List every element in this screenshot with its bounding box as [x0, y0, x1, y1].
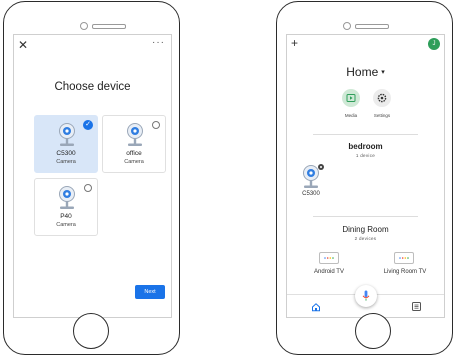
tv-icon[interactable]: [319, 252, 339, 264]
gear-icon: [373, 89, 391, 107]
speaker-grille: [92, 24, 126, 29]
right-phone-frame: + J Home ▾ Media Settings bedroom 1 devi…: [276, 1, 453, 355]
settings-action[interactable]: Settings: [367, 89, 397, 118]
radio-button[interactable]: [152, 121, 160, 129]
home-selector[interactable]: Home ▾: [287, 65, 444, 79]
device-type: Camera: [124, 159, 144, 165]
camera-icon: [59, 186, 75, 209]
tv-icon[interactable]: [394, 252, 414, 264]
speaker-grille: [355, 24, 389, 29]
avatar[interactable]: J: [428, 38, 440, 50]
device-card-office[interactable]: office Camera: [102, 115, 166, 173]
device-label-living-room-tv: Living Room TV: [383, 269, 427, 275]
page-title: Home: [346, 65, 379, 79]
radio-button[interactable]: [84, 184, 92, 192]
device-type: Camera: [56, 222, 76, 228]
chevron-down-icon: ▾: [381, 69, 385, 76]
camera-icon[interactable]: [301, 163, 327, 191]
device-name: office: [126, 150, 142, 157]
media-action[interactable]: Media: [336, 89, 366, 118]
camera-dot: [80, 22, 88, 30]
room-device-count: 2 devices: [354, 236, 377, 241]
device-label-c5300: C5300: [302, 191, 320, 197]
media-label: Media: [344, 113, 358, 118]
camera-icon: [59, 123, 75, 146]
home-button[interactable]: [355, 313, 391, 349]
left-phone-frame: ✕ ··· Choose device ✓ C5300 Camera offic…: [3, 1, 180, 355]
device-card-p40[interactable]: P40 Camera: [34, 178, 98, 236]
room-title-dining-room[interactable]: Dining Room: [287, 225, 444, 234]
camera-icon: [127, 123, 143, 146]
mic-button[interactable]: [355, 285, 377, 307]
home-screen: + J Home ▾ Media Settings bedroom 1 devi…: [286, 34, 445, 318]
more-horizontal-icon[interactable]: ···: [152, 38, 165, 48]
add-icon[interactable]: +: [291, 37, 298, 49]
device-type: Camera: [56, 159, 76, 165]
device-name: P40: [60, 213, 72, 220]
device-card-c5300[interactable]: ✓ C5300 Camera: [34, 115, 98, 173]
device-name: C5300: [56, 150, 76, 157]
checkmark-icon: ✓: [83, 120, 93, 130]
settings-label: Settings: [373, 113, 391, 118]
home-button[interactable]: [73, 313, 109, 349]
close-icon[interactable]: ✕: [18, 39, 28, 51]
next-button[interactable]: Next: [135, 285, 165, 299]
divider: [313, 216, 418, 217]
device-label-android-tv: Android TV: [314, 269, 344, 275]
divider: [313, 134, 418, 135]
list-icon[interactable]: [411, 301, 422, 312]
room-device-count: 1 device: [355, 153, 376, 158]
play-icon: [342, 89, 360, 107]
room-title-bedroom[interactable]: bedroom: [287, 142, 444, 151]
mic-icon: [362, 290, 370, 301]
home-icon[interactable]: [311, 302, 321, 312]
camera-dot: [343, 22, 351, 30]
choose-device-screen: ✕ ··· Choose device ✓ C5300 Camera offic…: [13, 34, 172, 318]
page-title: Choose device: [54, 81, 131, 93]
